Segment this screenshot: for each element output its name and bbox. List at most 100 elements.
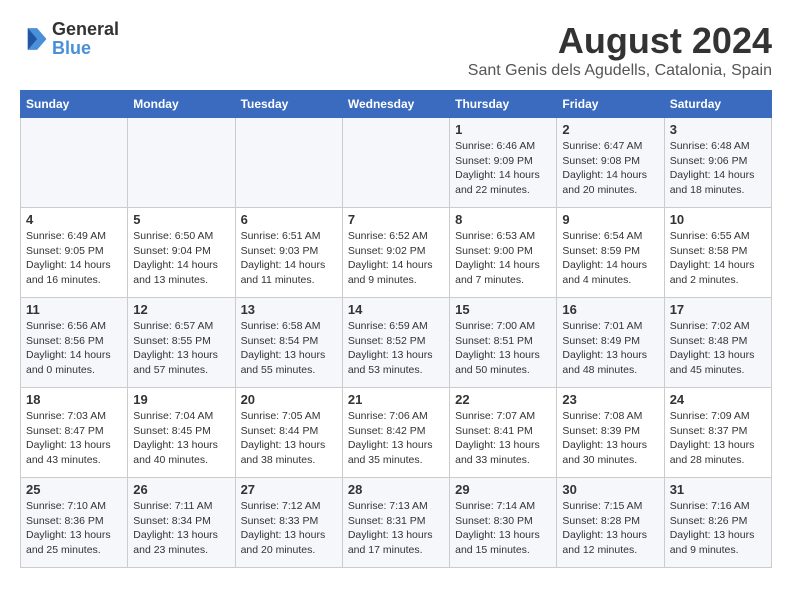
calendar-cell: 6 Sunrise: 6:51 AMSunset: 9:03 PMDaylight… bbox=[235, 208, 342, 298]
day-number: 17 bbox=[670, 302, 766, 317]
day-info: Sunrise: 7:09 AMSunset: 8:37 PMDaylight:… bbox=[670, 409, 766, 468]
calendar-week-2: 4Sunrise: 6:49 AMSunset: 9:05 PMDaylight… bbox=[21, 208, 772, 298]
calendar-cell: 21 Sunrise: 7:06 AMSunset: 8:42 PMDayligh… bbox=[342, 388, 449, 478]
calendar-cell: 1 Sunrise: 6:46 AMSunset: 9:09 PMDaylight… bbox=[450, 118, 557, 208]
calendar-cell: 8Sunrise: 6:53 AMSunset: 9:00 PMDaylight… bbox=[450, 208, 557, 298]
day-number: 15 bbox=[455, 302, 551, 317]
calendar-cell: 19 Sunrise: 7:04 AMSunset: 8:45 PMDayligh… bbox=[128, 388, 235, 478]
day-info: Sunrise: 7:14 AMSunset: 8:30 PMDaylight:… bbox=[455, 499, 551, 558]
calendar-cell: 16 Sunrise: 7:01 AMSunset: 8:49 PMDayligh… bbox=[557, 298, 664, 388]
day-number: 16 bbox=[562, 302, 658, 317]
day-info: Sunrise: 7:11 AMSunset: 8:34 PMDaylight:… bbox=[133, 499, 229, 558]
day-info: Sunrise: 6:52 AMSunset: 9:02 PMDaylight:… bbox=[348, 229, 444, 288]
calendar-cell: 13Sunrise: 6:58 AMSunset: 8:54 PMDayligh… bbox=[235, 298, 342, 388]
day-info: Sunrise: 6:58 AMSunset: 8:54 PMDaylight:… bbox=[241, 319, 337, 378]
calendar-cell: 23Sunrise: 7:08 AMSunset: 8:39 PMDayligh… bbox=[557, 388, 664, 478]
day-number: 29 bbox=[455, 482, 551, 497]
calendar-cell: 27 Sunrise: 7:12 AMSunset: 8:33 PMDayligh… bbox=[235, 478, 342, 568]
col-header-friday: Friday bbox=[557, 91, 664, 118]
calendar-cell: 18 Sunrise: 7:03 AMSunset: 8:47 PMDayligh… bbox=[21, 388, 128, 478]
day-number: 12 bbox=[133, 302, 229, 317]
day-info: Sunrise: 6:48 AMSunset: 9:06 PMDaylight:… bbox=[670, 139, 766, 198]
calendar-cell: 15 Sunrise: 7:00 AMSunset: 8:51 PMDayligh… bbox=[450, 298, 557, 388]
calendar-cell: 22 Sunrise: 7:07 AMSunset: 8:41 PMDayligh… bbox=[450, 388, 557, 478]
calendar-week-5: 25Sunrise: 7:10 AMSunset: 8:36 PMDayligh… bbox=[21, 478, 772, 568]
col-header-wednesday: Wednesday bbox=[342, 91, 449, 118]
logo-general: General bbox=[52, 19, 119, 39]
day-info: Sunrise: 7:03 AMSunset: 8:47 PMDaylight:… bbox=[26, 409, 122, 468]
calendar-week-3: 11 Sunrise: 6:56 AMSunset: 8:56 PMDayligh… bbox=[21, 298, 772, 388]
day-number: 9 bbox=[562, 212, 658, 227]
calendar-cell bbox=[342, 118, 449, 208]
day-info: Sunrise: 7:15 AMSunset: 8:28 PMDaylight:… bbox=[562, 499, 658, 558]
calendar-cell: 2 Sunrise: 6:47 AMSunset: 9:08 PMDaylight… bbox=[557, 118, 664, 208]
calendar-cell: 12 Sunrise: 6:57 AMSunset: 8:55 PMDayligh… bbox=[128, 298, 235, 388]
calendar-cell: 10Sunrise: 6:55 AMSunset: 8:58 PMDayligh… bbox=[664, 208, 771, 298]
day-info: Sunrise: 7:08 AMSunset: 8:39 PMDaylight:… bbox=[562, 409, 658, 468]
main-title: August 2024 bbox=[468, 20, 772, 62]
day-info: Sunrise: 7:16 AMSunset: 8:26 PMDaylight:… bbox=[670, 499, 766, 558]
calendar-cell bbox=[21, 118, 128, 208]
calendar-cell: 31Sunrise: 7:16 AMSunset: 8:26 PMDayligh… bbox=[664, 478, 771, 568]
day-number: 6 bbox=[241, 212, 337, 227]
day-number: 5 bbox=[133, 212, 229, 227]
calendar-cell: 29 Sunrise: 7:14 AMSunset: 8:30 PMDayligh… bbox=[450, 478, 557, 568]
day-info: Sunrise: 7:01 AMSunset: 8:49 PMDaylight:… bbox=[562, 319, 658, 378]
day-number: 21 bbox=[348, 392, 444, 407]
day-number: 18 bbox=[26, 392, 122, 407]
calendar-cell: 20Sunrise: 7:05 AMSunset: 8:44 PMDayligh… bbox=[235, 388, 342, 478]
day-info: Sunrise: 6:47 AMSunset: 9:08 PMDaylight:… bbox=[562, 139, 658, 198]
day-number: 20 bbox=[241, 392, 337, 407]
day-number: 1 bbox=[455, 122, 551, 137]
day-info: Sunrise: 7:13 AMSunset: 8:31 PMDaylight:… bbox=[348, 499, 444, 558]
day-number: 4 bbox=[26, 212, 122, 227]
calendar-week-4: 18 Sunrise: 7:03 AMSunset: 8:47 PMDayligh… bbox=[21, 388, 772, 478]
calendar-cell: 25Sunrise: 7:10 AMSunset: 8:36 PMDayligh… bbox=[21, 478, 128, 568]
day-info: Sunrise: 6:53 AMSunset: 9:00 PMDaylight:… bbox=[455, 229, 551, 288]
day-info: Sunrise: 7:10 AMSunset: 8:36 PMDaylight:… bbox=[26, 499, 122, 558]
day-number: 24 bbox=[670, 392, 766, 407]
calendar-cell: 5 Sunrise: 6:50 AMSunset: 9:04 PMDaylight… bbox=[128, 208, 235, 298]
page-header: General Blue August 2024 Sant Genis dels… bbox=[20, 20, 772, 80]
calendar-cell bbox=[128, 118, 235, 208]
day-number: 19 bbox=[133, 392, 229, 407]
day-info: Sunrise: 7:06 AMSunset: 8:42 PMDaylight:… bbox=[348, 409, 444, 468]
day-info: Sunrise: 6:57 AMSunset: 8:55 PMDaylight:… bbox=[133, 319, 229, 378]
day-number: 11 bbox=[26, 302, 122, 317]
day-info: Sunrise: 6:46 AMSunset: 9:09 PMDaylight:… bbox=[455, 139, 551, 198]
day-number: 3 bbox=[670, 122, 766, 137]
day-info: Sunrise: 7:02 AMSunset: 8:48 PMDaylight:… bbox=[670, 319, 766, 378]
day-number: 2 bbox=[562, 122, 658, 137]
calendar-cell: 30 Sunrise: 7:15 AMSunset: 8:28 PMDayligh… bbox=[557, 478, 664, 568]
col-header-monday: Monday bbox=[128, 91, 235, 118]
calendar-cell: 4Sunrise: 6:49 AMSunset: 9:05 PMDaylight… bbox=[21, 208, 128, 298]
calendar-cell: 24 Sunrise: 7:09 AMSunset: 8:37 PMDayligh… bbox=[664, 388, 771, 478]
logo-text: General Blue bbox=[52, 20, 119, 58]
day-info: Sunrise: 7:12 AMSunset: 8:33 PMDaylight:… bbox=[241, 499, 337, 558]
day-info: Sunrise: 7:04 AMSunset: 8:45 PMDaylight:… bbox=[133, 409, 229, 468]
day-number: 27 bbox=[241, 482, 337, 497]
col-header-saturday: Saturday bbox=[664, 91, 771, 118]
day-number: 26 bbox=[133, 482, 229, 497]
day-info: Sunrise: 7:00 AMSunset: 8:51 PMDaylight:… bbox=[455, 319, 551, 378]
day-info: Sunrise: 6:50 AMSunset: 9:04 PMDaylight:… bbox=[133, 229, 229, 288]
calendar-table: SundayMondayTuesdayWednesdayThursdayFrid… bbox=[20, 90, 772, 568]
title-block: August 2024 Sant Genis dels Agudells, Ca… bbox=[468, 20, 772, 80]
calendar-cell: 14Sunrise: 6:59 AMSunset: 8:52 PMDayligh… bbox=[342, 298, 449, 388]
day-info: Sunrise: 6:51 AMSunset: 9:03 PMDaylight:… bbox=[241, 229, 337, 288]
calendar-cell: 28Sunrise: 7:13 AMSunset: 8:31 PMDayligh… bbox=[342, 478, 449, 568]
day-number: 30 bbox=[562, 482, 658, 497]
subtitle: Sant Genis dels Agudells, Catalonia, Spa… bbox=[468, 62, 772, 80]
day-info: Sunrise: 6:56 AMSunset: 8:56 PMDaylight:… bbox=[26, 319, 122, 378]
day-number: 22 bbox=[455, 392, 551, 407]
day-info: Sunrise: 7:07 AMSunset: 8:41 PMDaylight:… bbox=[455, 409, 551, 468]
logo: General Blue bbox=[20, 20, 119, 58]
day-info: Sunrise: 6:54 AMSunset: 8:59 PMDaylight:… bbox=[562, 229, 658, 288]
day-number: 14 bbox=[348, 302, 444, 317]
calendar-cell bbox=[235, 118, 342, 208]
calendar-cell: 17 Sunrise: 7:02 AMSunset: 8:48 PMDayligh… bbox=[664, 298, 771, 388]
col-header-thursday: Thursday bbox=[450, 91, 557, 118]
logo-blue: Blue bbox=[52, 38, 91, 58]
calendar-cell: 26 Sunrise: 7:11 AMSunset: 8:34 PMDayligh… bbox=[128, 478, 235, 568]
logo-icon bbox=[20, 25, 48, 53]
